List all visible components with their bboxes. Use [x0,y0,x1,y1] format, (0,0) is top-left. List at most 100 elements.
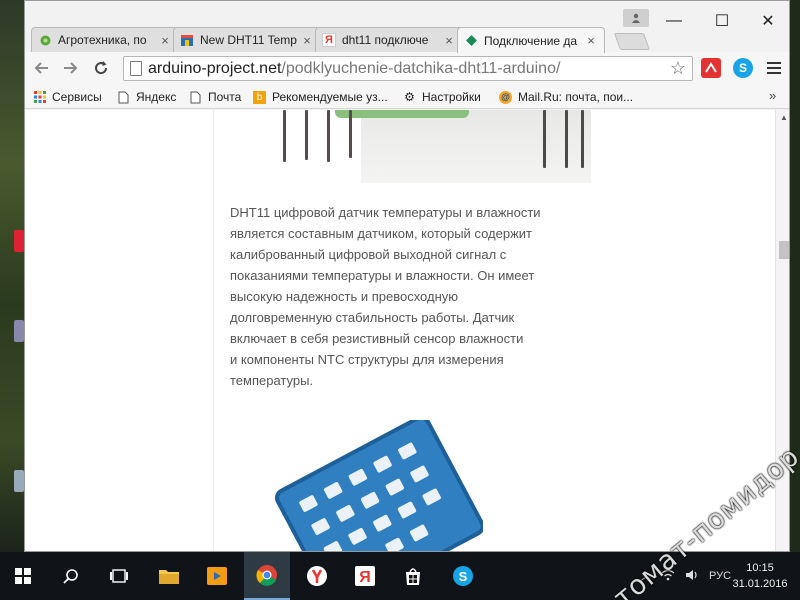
photo-background [361,110,591,183]
bookmark-label: Яндекс [136,90,177,104]
url-path: /podklyuchenie-datchika-dht11-arduino/ [281,59,561,77]
reload-button[interactable] [89,56,113,80]
tab-title: Подключение да [484,33,578,48]
svg-text:S: S [459,569,468,584]
yandex-icon: Я [355,566,375,586]
maximize-button[interactable]: ☐ [707,9,737,33]
close-icon[interactable]: × [158,33,172,48]
pcb-edge [335,110,469,118]
bookmark-label: Почта [208,90,242,104]
clock-time: 10:15 [746,562,774,574]
desktop-icon[interactable] [14,230,24,252]
chrome-icon [256,565,277,586]
bookmark-settings[interactable]: ⚙ Настройки [403,88,481,106]
skype-icon: S [453,566,473,586]
back-button[interactable] [29,56,53,80]
apps-icon [33,91,46,104]
task-view-icon [110,569,128,583]
address-bar[interactable]: arduino-project.net/podklyuchenie-datchi… [123,56,693,81]
close-icon[interactable]: × [584,33,598,48]
tab-title: dht11 подключе [342,33,429,47]
yandex-browser-icon [307,566,327,586]
bookmark-mailru[interactable]: @ Mail.Ru: почта, пои... [499,88,633,106]
skype-button[interactable]: S [440,552,486,600]
yandex-button[interactable]: Я [342,552,388,600]
page-icon [130,61,142,76]
mailru-icon: @ [499,90,512,104]
tab-agrotech[interactable]: Агротехника, по × [31,27,179,52]
article-line: долговременную стабильность работы. Датч… [230,310,515,325]
chrome-button[interactable] [244,552,290,600]
start-icon [15,568,31,584]
yandex-favicon-icon: Я [322,33,336,47]
file-explorer-icon [159,570,179,584]
sensor-pin [327,110,330,162]
bookmark-label: Рекомендуемые уз... [272,90,388,104]
browser-toolbar: arduino-project.net/podklyuchenie-datchi… [25,52,789,85]
bookmark-yandex[interactable]: Яндекс [117,88,176,106]
file-explorer-button[interactable] [146,552,192,600]
sensor-photo-top [231,110,591,183]
task-view-button[interactable] [96,552,142,600]
gear-icon: ⚙ [404,90,415,104]
article-line: температуры. [230,373,314,388]
bookmark-mail[interactable]: Почта [189,88,241,106]
store-button[interactable] [390,552,436,600]
bookmark-label: Настройки [422,90,481,104]
bookmark-star-icon[interactable]: ☆ [670,58,686,79]
sensor-pin [565,110,568,168]
scrollbar-thumb[interactable] [779,241,789,259]
volume-icon[interactable] [685,569,699,584]
article-line: высокую надежность и превосходную [230,289,459,304]
start-button[interactable] [0,552,46,600]
desktop-icon[interactable] [14,320,24,342]
tab-title: Агротехника, по [58,33,147,47]
store-favicon-icon [180,33,194,47]
article-line: включает в себя резистивный сенсор влажн… [230,331,524,346]
bookmark-recommended[interactable]: b Рекомендуемые уз... [253,88,388,106]
article-line: калиброванный цифровой выходной сигнал с [230,247,507,262]
scroll-up-icon[interactable]: ▲ [780,113,788,122]
page-icon [189,91,202,104]
yandex-browser-button[interactable] [294,552,340,600]
close-icon[interactable]: × [300,33,314,48]
skype-extension-icon[interactable]: S [733,58,753,78]
search-icon [63,569,78,584]
forward-button[interactable] [59,56,83,80]
media-icon [207,567,227,585]
taskbar-clock[interactable]: 10:15 31.01.2016 [728,560,792,592]
bookmark-label: Сервисы [52,90,102,104]
adblock-extension-icon[interactable] [701,58,721,78]
bookmark-services[interactable]: Сервисы [33,88,102,106]
article-line: DHT11 цифровой датчик температуры и влаж… [230,205,541,220]
sensor-pin [581,110,584,168]
bookmarks-overflow-icon[interactable]: » [769,88,776,103]
tab-dht11-search[interactable]: Я dht11 подключе × [315,27,463,52]
tab-podklyuchenie[interactable]: Подключение да × [457,27,605,53]
page-content: DHT11 цифровой датчик температуры и влаж… [25,110,775,551]
arduino-favicon-icon [464,34,478,48]
browser-window: Агротехника, по × New DHT11 Temp × Я dht… [24,0,790,552]
menu-icon[interactable] [765,59,783,77]
desktop-icon[interactable] [14,470,24,492]
profile-icon[interactable] [623,9,649,27]
column-divider [213,110,214,551]
dht11-sensor-photo [275,420,483,551]
tab-title: New DHT11 Temp [200,33,297,47]
leaf-favicon-icon [38,33,52,47]
minimize-button[interactable]: — [659,9,689,33]
media-app-button[interactable] [194,552,240,600]
close-window-button[interactable]: ✕ [753,9,783,33]
tab-dht11-temp[interactable]: New DHT11 Temp × [173,27,321,52]
article-line: является составным датчиком, который сод… [230,226,532,241]
article-line: показаниями температуры и влажности. Он … [230,268,535,283]
new-tab-button[interactable] [613,33,651,50]
close-icon[interactable]: × [442,33,456,48]
search-button[interactable] [48,552,94,600]
article-paragraph: DHT11 цифровой датчик температуры и влаж… [230,202,590,391]
desktop-background [0,0,24,552]
url-host: arduino-project.net [148,59,282,77]
title-bar: Агротехника, по × New DHT11 Temp × Я dht… [25,1,789,53]
clock-date: 31.01.2016 [732,578,788,590]
bookmarks-bar: Сервисы Яндекс Почта b Рекомендуемые уз.… [25,85,789,109]
